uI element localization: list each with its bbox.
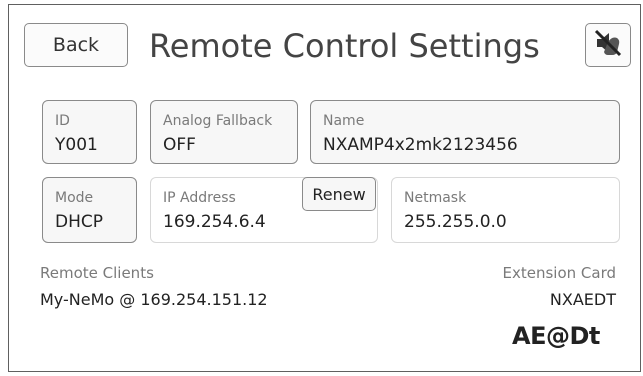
speaker-muted-hand-icon xyxy=(593,28,623,62)
renew-button[interactable]: Renew xyxy=(302,177,376,211)
analog-fallback-value: OFF xyxy=(163,135,196,155)
netmask-value: 255.255.0.0 xyxy=(404,212,507,232)
mute-button[interactable] xyxy=(585,23,631,67)
remote-clients-label: Remote Clients xyxy=(40,264,154,282)
analog-fallback-field[interactable]: Analog Fallback OFF xyxy=(150,100,298,164)
renew-button-label: Renew xyxy=(312,184,366,204)
ip-address-label: IP Address xyxy=(163,190,236,206)
page-title: Remote Control Settings xyxy=(149,27,540,65)
back-button-label: Back xyxy=(52,34,100,56)
mode-field[interactable]: Mode DHCP xyxy=(42,177,137,243)
ip-address-value: 169.254.6.4 xyxy=(163,212,266,232)
mode-label: Mode xyxy=(55,190,94,206)
id-value: Y001 xyxy=(55,135,98,155)
id-label: ID xyxy=(55,113,70,129)
aedt-logo: AE@Dt xyxy=(512,322,600,350)
name-value: NXAMP4x2mk2123456 xyxy=(323,135,518,155)
name-field[interactable]: Name NXAMP4x2mk2123456 xyxy=(310,100,620,164)
name-label: Name xyxy=(323,113,365,129)
mode-value: DHCP xyxy=(55,212,103,232)
extension-card-value: NXAEDT xyxy=(549,290,616,309)
id-field[interactable]: ID Y001 xyxy=(42,100,137,164)
netmask-label: Netmask xyxy=(404,190,467,206)
extension-card-label: Extension Card xyxy=(502,264,617,282)
netmask-field: Netmask 255.255.0.0 xyxy=(391,177,620,243)
back-button[interactable]: Back xyxy=(24,23,128,67)
analog-fallback-label: Analog Fallback xyxy=(163,113,273,129)
aedt-logo-text: AE@Dt xyxy=(512,322,600,350)
remote-clients-value: My-NeMo @ 169.254.151.12 xyxy=(40,290,268,309)
